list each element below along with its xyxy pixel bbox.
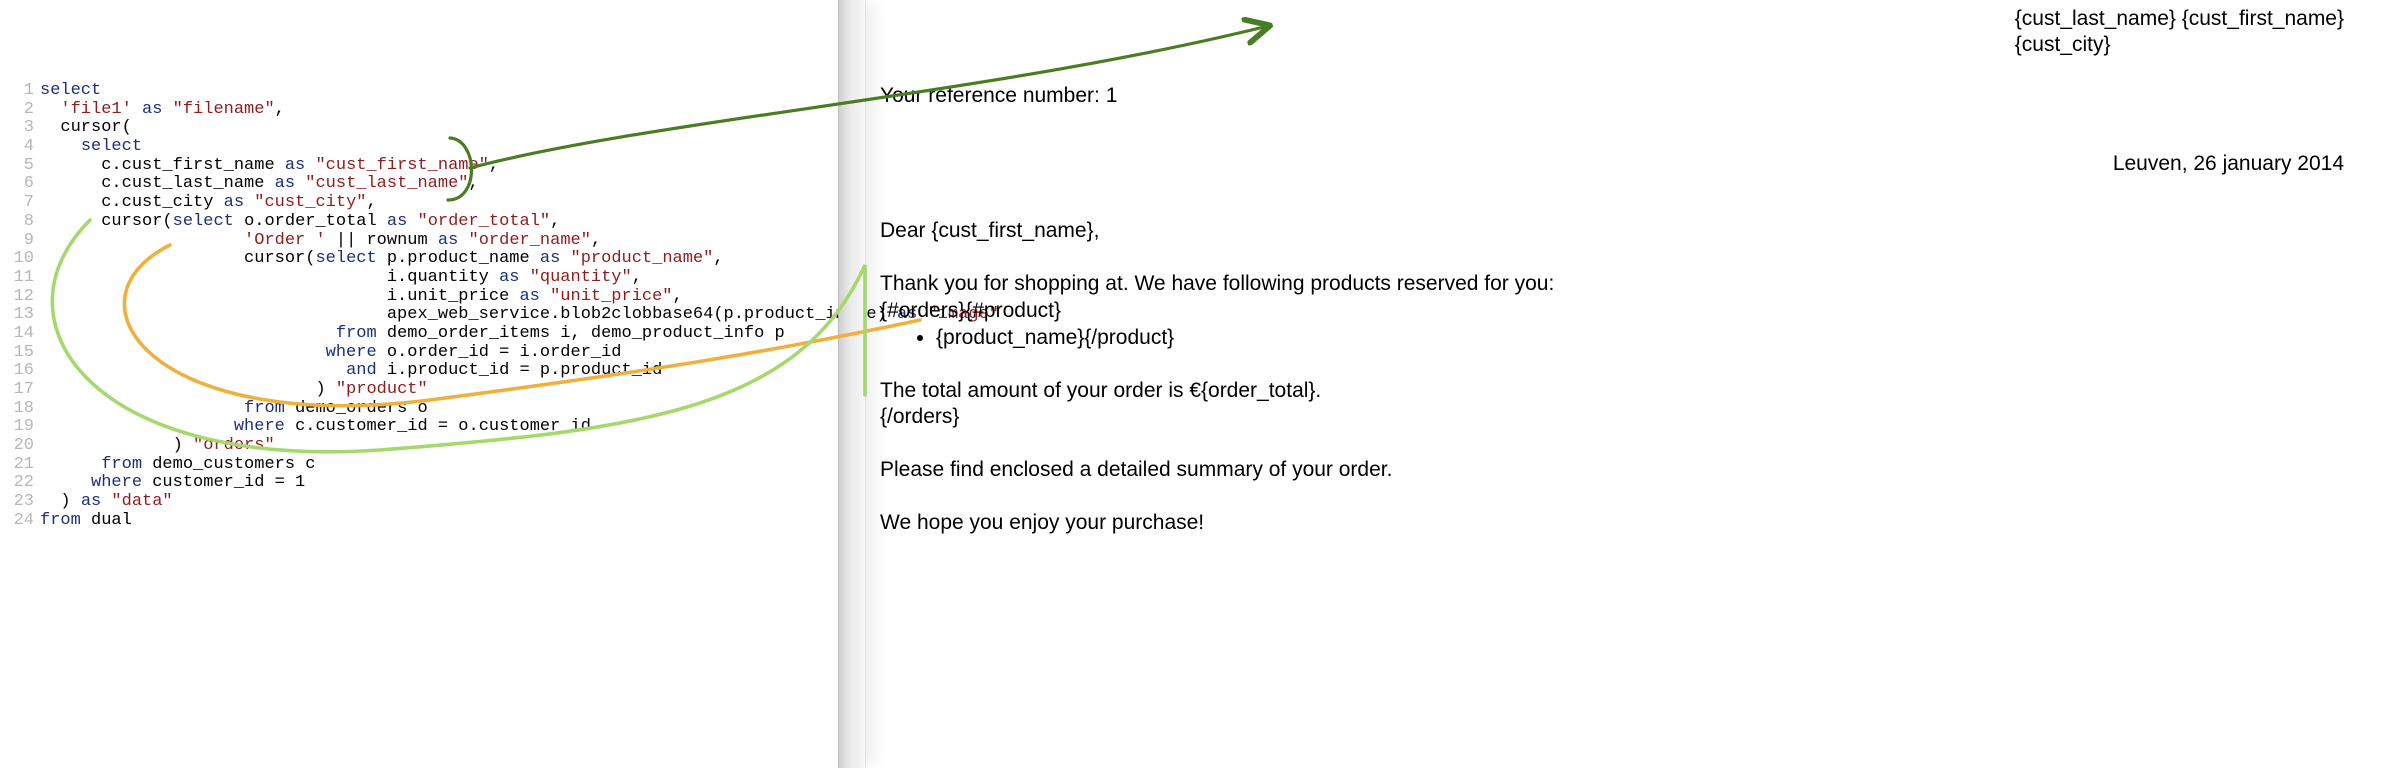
code-line: 19 where c.customer_id = o.customer_id [0,418,838,437]
code-cell: where customer_id = 1 [40,474,305,493]
line-number: 5 [0,157,40,176]
line-number: 12 [0,288,40,307]
code-line: 10 cursor(select p.product_name as "prod… [0,250,838,269]
code-line: 1select [0,82,838,101]
code-cell: cursor(select o.order_total as "order_to… [40,213,560,232]
code-cell: where o.order_id = i.order_id [40,344,622,363]
address-block: {cust_last_name} {cust_first_name} {cust… [2015,6,2344,59]
code-cell: c.cust_last_name as "cust_last_name", [40,175,479,194]
code-line: 17 ) "product" [0,381,838,400]
code-line: 11 i.quantity as "quantity", [0,269,838,288]
code-cell: from demo_order_items i, demo_product_in… [40,325,785,344]
line-number: 11 [0,269,40,288]
line-number: 19 [0,418,40,437]
code-line: 3 cursor( [0,119,838,138]
product-list-item: {product_name}{/product} [936,325,2344,352]
code-line: 24from dual [0,512,838,531]
code-cell: c.cust_city as "cust_city", [40,194,377,213]
code-line: 18 from demo_orders o [0,400,838,419]
code-cell: cursor(select p.product_name as "product… [40,250,724,269]
line-number: 9 [0,232,40,251]
line-number: 20 [0,437,40,456]
line-number: 1 [0,82,40,101]
code-line: 13 apex_web_service.blob2clobbase64(p.pr… [0,306,838,325]
code-cell: cursor( [40,119,132,138]
code-cell: from dual [40,512,132,531]
line-number: 22 [0,474,40,493]
line-number: 16 [0,362,40,381]
order-total-line: The total amount of your order is €{orde… [880,378,2344,405]
code-cell: select [40,82,101,101]
line-number: 15 [0,344,40,363]
code-cell: 'file1' as "filename", [40,101,285,120]
code-line: 14 from demo_order_items i, demo_product… [0,325,838,344]
template-document: {cust_last_name} {cust_first_name} {cust… [872,0,2384,768]
code-line: 16 and i.product_id = p.product_id [0,362,838,381]
code-cell: from demo_orders o [40,400,428,419]
line-number: 6 [0,175,40,194]
addr-line-2: {cust_city} [2015,32,2344,58]
letter-date: Leuven, 26 january 2014 [2113,152,2344,176]
line-number: 7 [0,194,40,213]
reference-number: Your reference number: 1 [880,84,1117,108]
line-number: 2 [0,101,40,120]
code-line: 9 'Order ' || rownum as "order_name", [0,232,838,251]
code-line: 4 select [0,138,838,157]
code-cell: where c.customer_id = o.customer_id [40,418,591,437]
line-number: 3 [0,119,40,138]
code-line: 2 'file1' as "filename", [0,101,838,120]
code-cell: i.unit_price as "unit_price", [40,288,683,307]
code-line: 7 c.cust_city as "cust_city", [0,194,838,213]
code-line: 8 cursor(select o.order_total as "order_… [0,213,838,232]
code-line: 5 c.cust_first_name as "cust_first_name"… [0,157,838,176]
letter-body: Dear {cust_first_name}, Thank you for sh… [880,218,2344,563]
code-line: 23 ) as "data" [0,493,838,512]
addr-line-1: {cust_last_name} {cust_first_name} [2015,6,2344,32]
code-line: 12 i.unit_price as "unit_price", [0,288,838,307]
line-number: 8 [0,213,40,232]
code-line: 21 from demo_customers c [0,456,838,475]
code-cell: and i.product_id = p.product_id [40,362,662,381]
code-cell: select [40,138,142,157]
enclosed-text: Please find enclosed a detailed summary … [880,457,2344,484]
closing-text: We hope you enjoy your purchase! [880,510,2344,537]
line-number: 14 [0,325,40,344]
code-line: 22 where customer_id = 1 [0,474,838,493]
line-number: 4 [0,138,40,157]
line-number: 10 [0,250,40,269]
orders-close-tag: {/orders} [880,404,2344,431]
line-number: 23 [0,493,40,512]
pane-divider [838,0,866,768]
greeting: Dear {cust_first_name}, [880,218,2344,245]
code-cell: ) "product" [40,381,428,400]
code-cell: c.cust_first_name as "cust_first_name", [40,157,499,176]
line-number: 17 [0,381,40,400]
code-line: 20 ) "orders" [0,437,838,456]
product-list: {product_name}{/product} [880,325,2344,352]
line-number: 24 [0,512,40,531]
line-number: 13 [0,306,40,325]
intro-text: Thank you for shopping at. We have follo… [880,271,2344,298]
sql-editor: 1select2 'file1' as "filename",3 cursor(… [0,82,838,531]
line-number: 21 [0,456,40,475]
code-cell: 'Order ' || rownum as "order_name", [40,232,601,251]
orders-open-tag: {#orders}{#product} [880,298,2344,325]
code-cell: ) "orders" [40,437,275,456]
code-line: 6 c.cust_last_name as "cust_last_name", [0,175,838,194]
line-number: 18 [0,400,40,419]
code-cell: i.quantity as "quantity", [40,269,642,288]
code-cell: ) as "data" [40,493,173,512]
code-line: 15 where o.order_id = i.order_id [0,344,838,363]
code-cell: from demo_customers c [40,456,315,475]
